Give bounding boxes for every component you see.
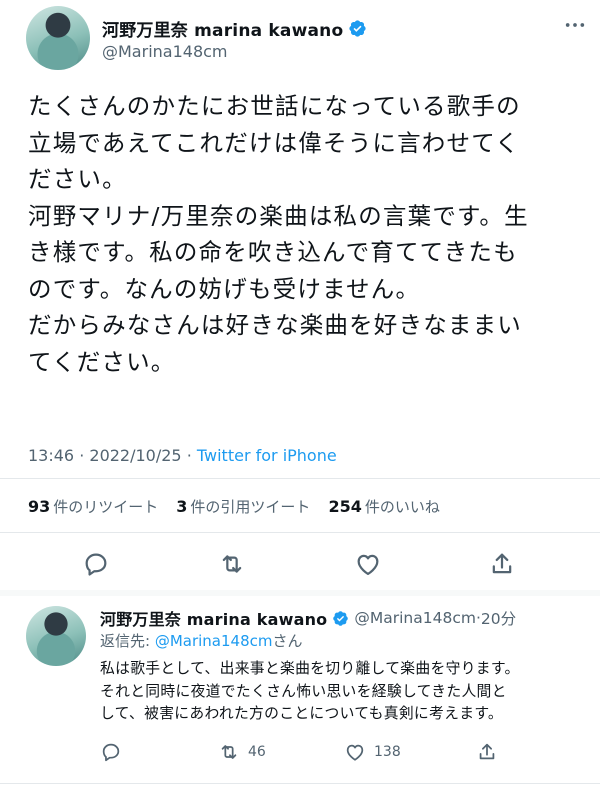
reply-time[interactable]: 20分 <box>481 607 516 629</box>
tweet-time[interactable]: 13:46 <box>28 446 74 465</box>
more-options-icon[interactable] <box>564 14 586 36</box>
divider <box>0 783 600 784</box>
reply-like-button[interactable]: 138 <box>344 740 401 764</box>
like-icon[interactable] <box>354 550 382 578</box>
reply-reply-button[interactable] <box>100 740 122 764</box>
retweets-count: 93 <box>28 497 51 516</box>
quotes-stat[interactable]: 3 件の引用ツイート <box>176 496 310 517</box>
retweets-stat[interactable]: 93 件のリツイート <box>28 496 158 517</box>
reply-icon <box>102 743 120 762</box>
quotes-count: 3 <box>176 497 188 516</box>
meta-separator: · <box>186 446 192 465</box>
reply-author-name[interactable]: 河野万里奈 marina kawano <box>100 606 327 630</box>
verified-badge-icon <box>349 20 366 37</box>
tweet-stats: 93 件のリツイート 3 件の引用ツイート 254 件のいいね <box>28 496 440 517</box>
reply-icon[interactable] <box>82 550 110 578</box>
reply-header: 河野万里奈 marina kawano @Marina148cm · 20分 <box>100 606 516 630</box>
tweet-text: たくさんのかたにお世話になっている歌手の 立場であえてこれだけは偉そうに言わせて… <box>28 92 529 376</box>
retweet-icon[interactable] <box>218 550 246 578</box>
reply-author-handle[interactable]: @Marina148cm <box>354 609 476 627</box>
like-icon <box>346 744 364 761</box>
reply-to-handle[interactable]: @Marina148cm <box>155 632 273 650</box>
tweet-date[interactable]: 2022/10/25 <box>89 446 181 465</box>
author-avatar[interactable] <box>26 6 90 70</box>
verified-badge-icon <box>333 610 349 626</box>
tweet-meta: 13:46 · 2022/10/25 · Twitter for iPhone <box>28 446 337 465</box>
reply-retweet-button[interactable]: 46 <box>218 740 266 764</box>
tweet-source[interactable]: Twitter for iPhone <box>197 446 337 465</box>
retweets-label: 件のリツイート <box>53 498 159 516</box>
likes-label: 件のいいね <box>364 498 440 516</box>
reply-like-count: 138 <box>374 744 401 760</box>
quotes-label: 件の引用ツイート <box>190 498 311 516</box>
tweet-action-bar <box>0 544 600 584</box>
reply-author-avatar[interactable] <box>26 606 86 666</box>
author-name-line[interactable]: 河野万里奈 marina kawano <box>102 16 367 41</box>
reply-tweet[interactable]: 河野万里奈 marina kawano @Marina148cm · 20分 返… <box>0 600 600 780</box>
meta-separator: · <box>79 446 85 465</box>
author-name[interactable]: 河野万里奈 marina kawano <box>102 16 343 41</box>
retweet-icon <box>221 745 237 759</box>
reply-to-label: 返信先: <box>100 632 155 650</box>
author-handle[interactable]: @Marina148cm <box>102 42 228 61</box>
tweet-header: 河野万里奈 marina kawano @Marina148cm <box>26 6 586 70</box>
share-icon <box>479 743 495 760</box>
likes-stat[interactable]: 254 件のいいね <box>328 496 439 517</box>
section-divider <box>0 590 600 596</box>
reply-action-bar: 46 138 <box>100 738 540 766</box>
divider <box>0 478 600 479</box>
share-icon[interactable] <box>488 550 516 578</box>
reply-retweet-count: 46 <box>248 744 266 760</box>
divider <box>0 532 600 533</box>
reply-text: 私は歌手として、出来事と楽曲を切り離して楽曲を守ります。 それと同時に夜道でたく… <box>100 660 520 722</box>
reply-share-button[interactable] <box>476 740 498 764</box>
reply-to-line: 返信先: @Marina148cmさん <box>100 630 303 651</box>
likes-count: 254 <box>328 497 362 516</box>
reply-to-suffix: さん <box>272 632 303 650</box>
